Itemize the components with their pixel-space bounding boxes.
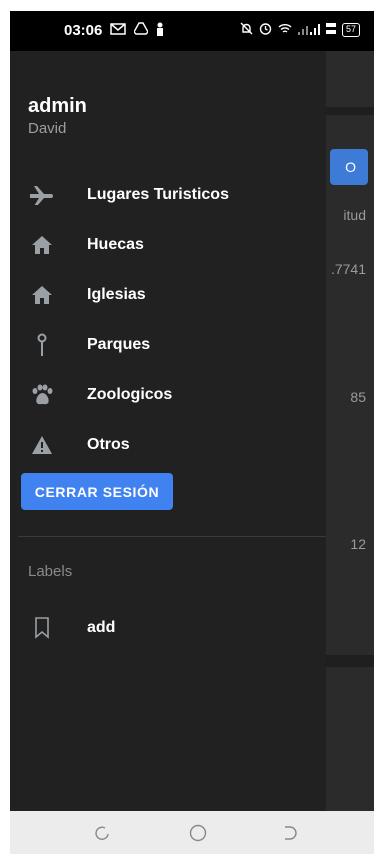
drawer-divider (18, 536, 326, 537)
status-time: 03:06 (64, 22, 103, 39)
drawer-item-iglesias[interactable]: Iglesias (10, 275, 326, 315)
home-button-icon[interactable] (188, 823, 208, 843)
background-text-3: 85 (350, 389, 366, 405)
speed-icon (325, 22, 336, 38)
signal-icon (297, 23, 320, 38)
drawer-item-huecas[interactable]: Huecas (10, 225, 326, 265)
drawer-item-parques[interactable]: Parques (10, 325, 326, 365)
home-icon (28, 281, 56, 309)
person-icon (156, 22, 164, 39)
background-text-2: .7741 (330, 261, 366, 277)
recent-apps-icon[interactable] (92, 823, 112, 843)
warning-icon (28, 431, 56, 459)
drawer-item-lugares-turisticos[interactable]: Lugares Turisticos (10, 175, 326, 215)
status-left-icons (110, 22, 164, 39)
drawer-item-label: Parques (87, 336, 151, 353)
label-item-add[interactable]: add (10, 608, 326, 648)
drawer-item-label: Otros (87, 436, 130, 453)
drawer-item-zoologicos[interactable]: Zoologicos (10, 375, 326, 415)
drive-icon (133, 22, 149, 39)
label-item-label: add (87, 619, 116, 636)
logout-button[interactable]: CERRAR SESIÓN (21, 473, 173, 510)
bookmark-icon (28, 614, 56, 642)
paw-icon (28, 381, 56, 409)
gmail-icon (110, 22, 126, 39)
airplane-icon (28, 181, 56, 209)
navigation-drawer: admin David Lugares Turisticos Huecas Ig… (10, 51, 326, 811)
user-name: admin (28, 95, 87, 117)
status-right-icons: 57 (240, 22, 360, 38)
background-button[interactable]: O (330, 149, 368, 185)
drawer-item-label: Huecas (87, 236, 144, 253)
drawer-item-otros[interactable]: Otros (10, 425, 326, 465)
wifi-icon (278, 23, 292, 38)
drawer-item-label: Zoologicos (87, 386, 173, 403)
user-subtitle: David (28, 120, 67, 137)
pin-icon (28, 331, 56, 359)
status-bar: 03:06 57 (10, 11, 374, 51)
home-icon (28, 231, 56, 259)
mute-icon (240, 22, 253, 38)
drawer-item-label: Iglesias (87, 286, 146, 303)
system-navigation-bar (10, 811, 374, 854)
back-icon[interactable] (280, 823, 300, 843)
drawer-item-label: Lugares Turisticos (87, 186, 229, 203)
background-text-4: 12 (350, 536, 366, 552)
alarm-icon (259, 22, 272, 38)
battery-icon: 57 (341, 23, 360, 37)
background-strip-2 (326, 655, 374, 667)
labels-section-title: Labels (28, 563, 73, 580)
background-text-1: itud (343, 207, 366, 223)
background-header-strip (326, 107, 374, 115)
phone-screen: 03:06 57 O itud .7741 85 12 admin David … (10, 11, 374, 854)
